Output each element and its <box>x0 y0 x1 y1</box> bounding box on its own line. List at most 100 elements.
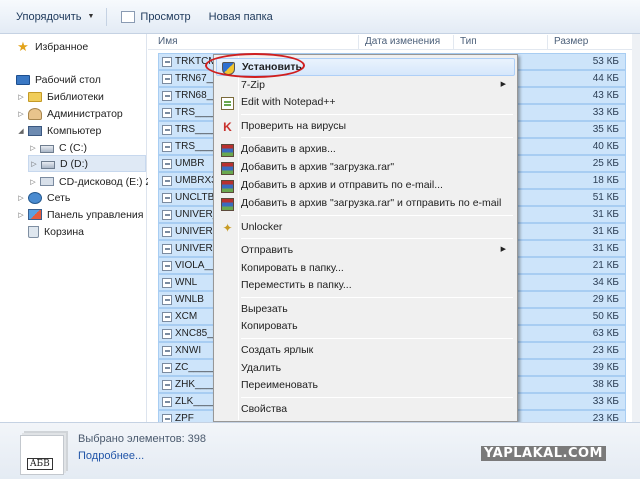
column-header: Имя Дата изменения Тип Размер <box>148 34 640 50</box>
scrollbar[interactable] <box>632 34 640 422</box>
menu-move-to-label: Переместить в папку... <box>241 279 352 291</box>
menu-add-rar-email[interactable]: Добавить в архив "загрузка.rar" и отправ… <box>216 195 515 213</box>
context-menu: Установить 7-Zip ▶ Edit with Notepad++ K… <box>213 54 518 422</box>
view-button[interactable]: Просмотр <box>113 6 198 28</box>
nav-drive-c-label: C (C:) <box>59 141 87 154</box>
file-size: 31 КБ <box>592 226 619 237</box>
menu-move-to[interactable]: Переместить в папку... <box>216 277 515 295</box>
menu-properties-label: Свойства <box>241 403 288 415</box>
font-file-icon <box>162 91 172 101</box>
menu-7zip[interactable]: 7-Zip ▶ <box>216 77 515 95</box>
nav-libraries[interactable]: ▷ Библиотеки <box>16 88 104 105</box>
expand-icon[interactable]: ▷ <box>28 144 38 152</box>
menu-delete-label: Удалить <box>241 362 282 374</box>
menu-scan[interactable]: K Проверить на вирусы <box>216 118 515 136</box>
menu-add-archive[interactable]: Добавить в архив... <box>216 141 515 159</box>
menu-create-shortcut[interactable]: Создать ярлык <box>216 342 515 360</box>
recycle-bin-icon <box>28 225 39 238</box>
file-size: 35 КБ <box>592 124 619 135</box>
column-size[interactable]: Размер <box>547 35 632 49</box>
nav-drive-c[interactable]: ▷ C (C:) <box>28 139 87 156</box>
menu-add-archive-label: Добавить в архив... <box>241 143 336 155</box>
winrar-icon <box>221 180 234 193</box>
column-name[interactable]: Имя <box>148 35 358 49</box>
nav-recycle-bin[interactable]: Корзина <box>28 223 84 240</box>
expand-icon[interactable]: ▷ <box>16 110 26 118</box>
view-label: Просмотр <box>140 10 191 23</box>
menu-copy[interactable]: Копировать <box>216 318 515 336</box>
drive-icon <box>41 160 55 169</box>
file-name: XNWI <box>175 345 202 356</box>
library-icon <box>28 91 42 102</box>
font-file-icon <box>162 295 172 305</box>
nav-network[interactable]: ▷ Сеть <box>16 189 70 206</box>
nav-desktop[interactable]: Рабочий стол <box>16 71 101 88</box>
menu-separator <box>241 114 513 115</box>
file-size: 31 КБ <box>592 209 619 220</box>
star-icon: ★ <box>17 38 29 54</box>
column-date[interactable]: Дата изменения <box>358 35 453 49</box>
menu-separator <box>241 215 513 216</box>
menu-notepad[interactable]: Edit with Notepad++ <box>216 94 515 112</box>
file-name: WNL <box>175 277 198 288</box>
nav-network-label: Сеть <box>47 191 71 204</box>
winrar-icon <box>221 198 234 211</box>
menu-send-to[interactable]: Отправить ▶ <box>216 242 515 260</box>
file-size: 39 КБ <box>592 362 619 373</box>
font-file-icon <box>162 312 172 322</box>
expand-icon[interactable]: ▷ <box>16 194 26 202</box>
menu-cut[interactable]: Вырезать <box>216 301 515 319</box>
font-file-icon <box>162 74 172 84</box>
nav-admin[interactable]: ▷ Администратор <box>16 105 123 122</box>
menu-unlocker-label: Unlocker <box>241 221 283 233</box>
new-folder-label: Новая папка <box>208 10 273 23</box>
menu-copy-label: Копировать <box>241 320 298 332</box>
file-size: 51 КБ <box>592 192 619 203</box>
nav-computer[interactable]: ◢ Компьютер <box>16 122 101 139</box>
file-size: 50 КБ <box>592 311 619 322</box>
nav-drive-d[interactable]: ▷ D (D:) <box>28 155 146 172</box>
font-file-icon <box>162 193 172 203</box>
new-folder-button[interactable]: Новая папка <box>201 6 281 28</box>
font-file-icon <box>162 329 172 339</box>
font-file-icon <box>162 108 172 118</box>
file-size: 25 КБ <box>592 158 619 169</box>
font-file-icon <box>162 244 172 254</box>
nav-control-panel[interactable]: ▷ Панель управления <box>16 206 143 223</box>
nav-favorites[interactable]: ★ Избранное <box>16 38 88 55</box>
details-link[interactable]: Подробнее... <box>78 450 144 462</box>
file-size: 63 КБ <box>592 328 619 339</box>
column-type[interactable]: Тип <box>453 35 547 49</box>
menu-add-email[interactable]: Добавить в архив и отправить по e-mail..… <box>216 177 515 195</box>
font-file-icon <box>162 380 172 390</box>
menu-unlocker[interactable]: ✦ Unlocker <box>216 219 515 237</box>
expand-icon[interactable]: ▷ <box>16 211 26 219</box>
menu-scan-label: Проверить на вирусы <box>241 120 347 132</box>
menu-rename[interactable]: Переименовать <box>216 377 515 395</box>
expand-icon[interactable]: ▷ <box>28 178 38 186</box>
file-name: UMBRX3 <box>175 175 217 186</box>
menu-properties[interactable]: Свойства <box>216 401 515 419</box>
drive-icon <box>40 144 54 153</box>
file-name: XCM <box>175 311 198 322</box>
expand-icon[interactable]: ▷ <box>16 93 26 101</box>
network-icon <box>28 191 42 204</box>
nav-favorites-label: Избранное <box>35 40 89 53</box>
menu-copy-to[interactable]: Копировать в папку... <box>216 260 515 278</box>
wand-icon: ✦ <box>222 221 233 235</box>
collapse-icon[interactable]: ◢ <box>16 127 26 135</box>
notepad-icon <box>221 97 234 110</box>
nav-libraries-label: Библиотеки <box>47 90 104 103</box>
file-size: 29 КБ <box>592 294 619 305</box>
menu-delete[interactable]: Удалить <box>216 360 515 378</box>
expand-icon[interactable]: ▷ <box>29 160 39 168</box>
watermark: YAPLAKAL.COM <box>481 446 606 461</box>
file-size: 33 КБ <box>592 396 619 407</box>
font-file-icon <box>162 363 172 373</box>
menu-send-to-label: Отправить <box>241 244 294 256</box>
file-size: 21 КБ <box>592 260 619 271</box>
menu-7zip-label: 7-Zip <box>241 79 265 91</box>
organize-button[interactable]: Упорядочить ▼ <box>8 6 102 28</box>
menu-shortcut-label: Создать ярлык <box>241 344 314 356</box>
menu-add-rar[interactable]: Добавить в архив "загрузка.rar" <box>216 159 515 177</box>
